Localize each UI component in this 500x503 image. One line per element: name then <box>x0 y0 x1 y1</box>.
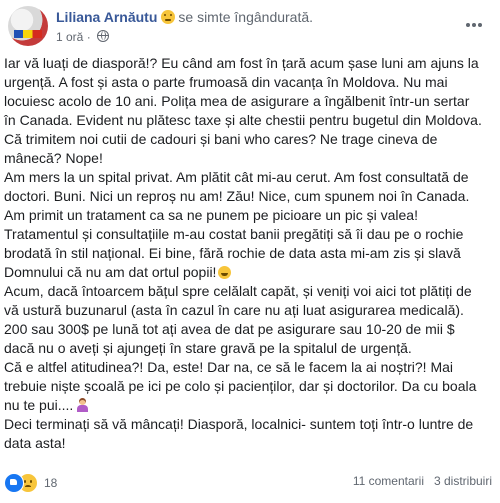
post-footer: 18 11 comentarii 3 distribuiri <box>4 470 492 494</box>
post-time[interactable]: 1 oră <box>56 30 83 44</box>
post-header: Liliana Arnăutu se simte îngândurată. 1 o… <box>8 6 492 46</box>
author-name[interactable]: Liliana Arnăutu <box>56 9 157 25</box>
paragraph: Am mers la un spital privat. Am plătit c… <box>4 169 470 223</box>
comments-count[interactable]: 11 comentarii <box>353 474 424 488</box>
reaction-count: 18 <box>44 476 58 490</box>
woman-shrugging-icon <box>76 398 89 412</box>
post-meta: 1 oră · <box>56 30 110 44</box>
more-options-icon[interactable] <box>466 14 484 27</box>
paragraph: Tratamentul și consultațiile m-au costat… <box>4 226 464 280</box>
paragraph: Că e altfel atitudinea?! Da, este! Dar n… <box>4 359 477 413</box>
shares-count[interactable]: 3 distribuiri <box>434 474 492 488</box>
paragraph: Iar vă luați de diasporă!? Eu când am fo… <box>4 55 482 166</box>
worried-face-icon <box>161 10 176 24</box>
paragraph: Acum, dacă întoarcem bățul spre celălalt… <box>4 283 472 356</box>
like-icon <box>4 473 24 493</box>
facebook-post: Liliana Arnăutu se simte îngândurată. 1 o… <box>0 0 500 503</box>
feeling-text: se simte îngândurată. <box>178 9 314 25</box>
name-line: Liliana Arnăutu se simte îngândurată. <box>56 9 313 25</box>
globe-icon <box>97 30 110 42</box>
author-avatar[interactable] <box>8 6 48 46</box>
flag-icon <box>14 30 42 38</box>
paragraph: Deci terminați să vă mâncați! Diasporă, … <box>4 416 474 451</box>
post-body: Iar vă luați de diasporă!? Eu când am fo… <box>4 54 484 453</box>
grinning-face-icon <box>218 266 232 279</box>
